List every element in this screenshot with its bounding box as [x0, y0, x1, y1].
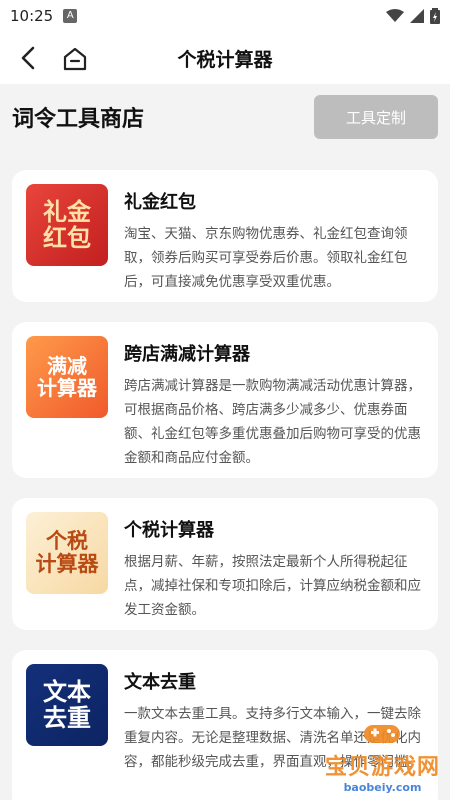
- icon-line: 计算器: [35, 552, 99, 576]
- card-title: 个税计算器: [124, 520, 214, 541]
- card-title: 跨店满减计算器: [124, 344, 250, 365]
- icon-line: 礼金: [43, 197, 91, 226]
- icon-line: 去重: [43, 704, 91, 732]
- signal-icon: [410, 9, 424, 23]
- watermark-sub: baobeiy.com: [343, 781, 422, 794]
- card-description: 跨店满减计算器是一款购物满减活动优惠计算器，可根据商品价格、跨店满多少减多少、优…: [124, 378, 421, 466]
- home-icon: [63, 47, 87, 71]
- store-title: 词令工具商店: [12, 107, 145, 132]
- page-title: 个税计算器: [177, 48, 273, 71]
- card-description: 淘宝、天猫、京东购物优惠券、礼金红包查询领取，领券后购买可享受券后价惠。领取礼金…: [124, 226, 408, 290]
- back-button[interactable]: [14, 44, 42, 72]
- wifi-icon: [386, 9, 404, 22]
- tool-card-cross-store-discount[interactable]: 满减 计算器 跨店满减计算器 跨店满减计算器是一款购物满减活动优惠计算器，可根据…: [12, 322, 438, 478]
- store-title-row: 词令工具商店 工具定制: [0, 84, 450, 150]
- icon-line: 红包: [43, 224, 91, 252]
- text-dedupe-icon: 文本 去重: [26, 664, 108, 746]
- icon-line: 计算器: [37, 376, 97, 400]
- chevron-left-icon: [21, 46, 35, 70]
- tool-card-income-tax[interactable]: 个税 计算器 个税计算器 根据月薪、年薪，按照法定最新个人所得税起征点，减掉社保…: [12, 498, 438, 630]
- icon-line: 文本: [43, 677, 91, 706]
- tax-calculator-icon: 个税 计算器: [26, 512, 108, 594]
- notification-a-icon: A: [63, 9, 78, 23]
- status-time: 10:25: [10, 7, 54, 25]
- custom-tool-button[interactable]: 工具定制: [314, 95, 438, 139]
- status-bar: 10:25 A: [0, 0, 450, 32]
- status-indicators: [386, 8, 440, 24]
- discount-calculator-icon: 满减 计算器: [26, 336, 108, 418]
- app-header: 个税计算器: [0, 32, 450, 84]
- watermark-main: 宝贝游戏网: [324, 755, 440, 780]
- icon-line: 个税: [46, 528, 88, 553]
- battery-icon: [430, 8, 440, 24]
- card-description: 根据月薪、年薪，按照法定最新个人所得税起征点，减掉社保和专项扣除后，计算应纳税金…: [124, 554, 421, 618]
- gamepad-icon: [364, 725, 401, 743]
- card-title: 文本去重: [124, 672, 196, 693]
- tool-card-gift-redpacket[interactable]: 礼金 红包 礼金红包 淘宝、天猫、京东购物优惠券、礼金红包查询领取，领券后购买可…: [12, 170, 438, 302]
- watermark: 宝贝游戏网 baobeiy.com: [325, 721, 440, 794]
- gift-redpacket-icon: 礼金 红包: [26, 184, 108, 266]
- icon-line: 满减: [47, 354, 87, 378]
- card-title: 礼金红包: [124, 192, 196, 213]
- home-button[interactable]: [60, 44, 90, 74]
